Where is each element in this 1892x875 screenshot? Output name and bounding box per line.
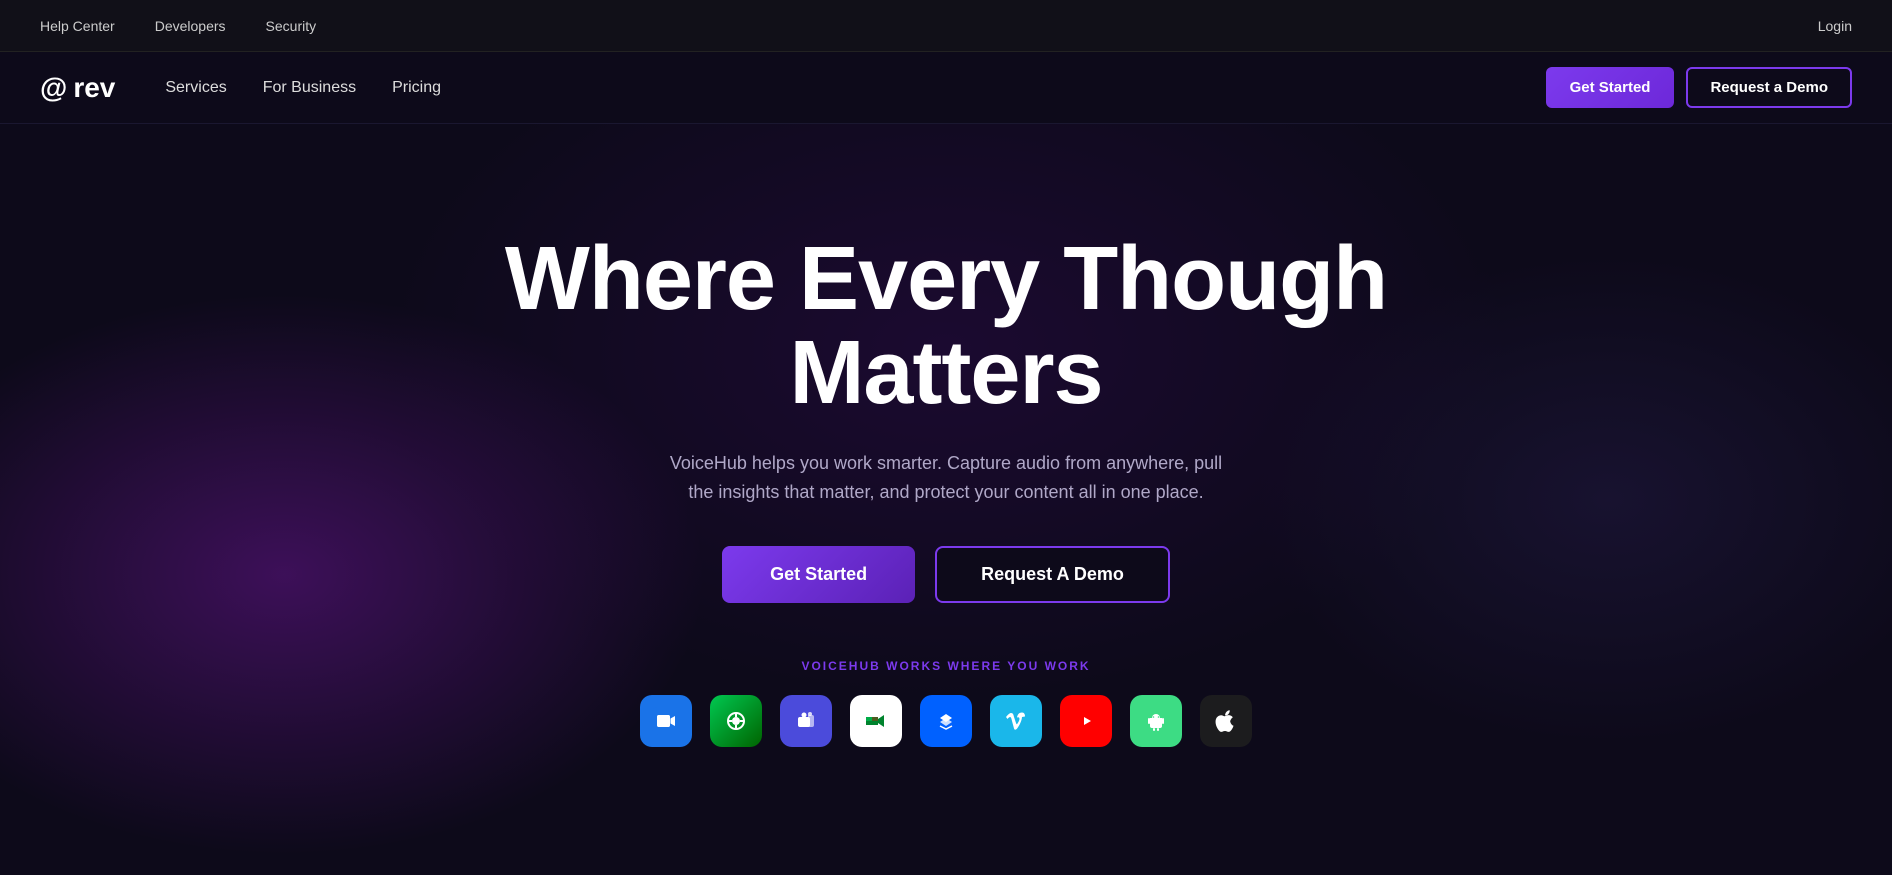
hero-section: Where Every Though Matters VoiceHub help… bbox=[0, 124, 1892, 875]
hero-request-demo-button[interactable]: Request A Demo bbox=[935, 546, 1170, 603]
logo[interactable]: @ rev bbox=[40, 72, 115, 104]
zoom-icon bbox=[640, 695, 692, 747]
dropbox-icon bbox=[920, 695, 972, 747]
apple-icon bbox=[1200, 695, 1252, 747]
logo-text: rev bbox=[73, 72, 115, 104]
navbar: @ rev Services For Business Pricing Get … bbox=[0, 52, 1892, 124]
for-business-link[interactable]: For Business bbox=[263, 79, 356, 97]
hero-get-started-button[interactable]: Get Started bbox=[722, 546, 915, 603]
pricing-link[interactable]: Pricing bbox=[392, 79, 441, 97]
nav-get-started-button[interactable]: Get Started bbox=[1546, 67, 1675, 108]
security-link[interactable]: Security bbox=[266, 18, 317, 34]
works-label: VOICEHUB WORKS WHERE YOU WORK bbox=[396, 659, 1496, 673]
nav-request-demo-button[interactable]: Request a Demo bbox=[1686, 67, 1852, 108]
youtube-icon bbox=[1060, 695, 1112, 747]
help-center-link[interactable]: Help Center bbox=[40, 18, 115, 34]
hero-subtitle: VoiceHub helps you work smarter. Capture… bbox=[656, 449, 1236, 507]
nav-actions: Get Started Request a Demo bbox=[1546, 67, 1852, 108]
nav-links: Services For Business Pricing bbox=[165, 79, 1545, 97]
hero-title: Where Every Though Matters bbox=[396, 232, 1496, 421]
developers-link[interactable]: Developers bbox=[155, 18, 226, 34]
hero-content: Where Every Though Matters VoiceHub help… bbox=[396, 232, 1496, 748]
integration-icons bbox=[396, 695, 1496, 747]
google-meet-icon bbox=[850, 695, 902, 747]
android-icon bbox=[1130, 695, 1182, 747]
hero-actions: Get Started Request A Demo bbox=[396, 546, 1496, 603]
topbar: Help Center Developers Security Login bbox=[0, 0, 1892, 52]
webex-icon bbox=[710, 695, 762, 747]
vimeo-icon bbox=[990, 695, 1042, 747]
services-link[interactable]: Services bbox=[165, 79, 226, 97]
login-link[interactable]: Login bbox=[1818, 18, 1852, 34]
teams-icon bbox=[780, 695, 832, 747]
logo-icon: @ bbox=[40, 72, 67, 104]
